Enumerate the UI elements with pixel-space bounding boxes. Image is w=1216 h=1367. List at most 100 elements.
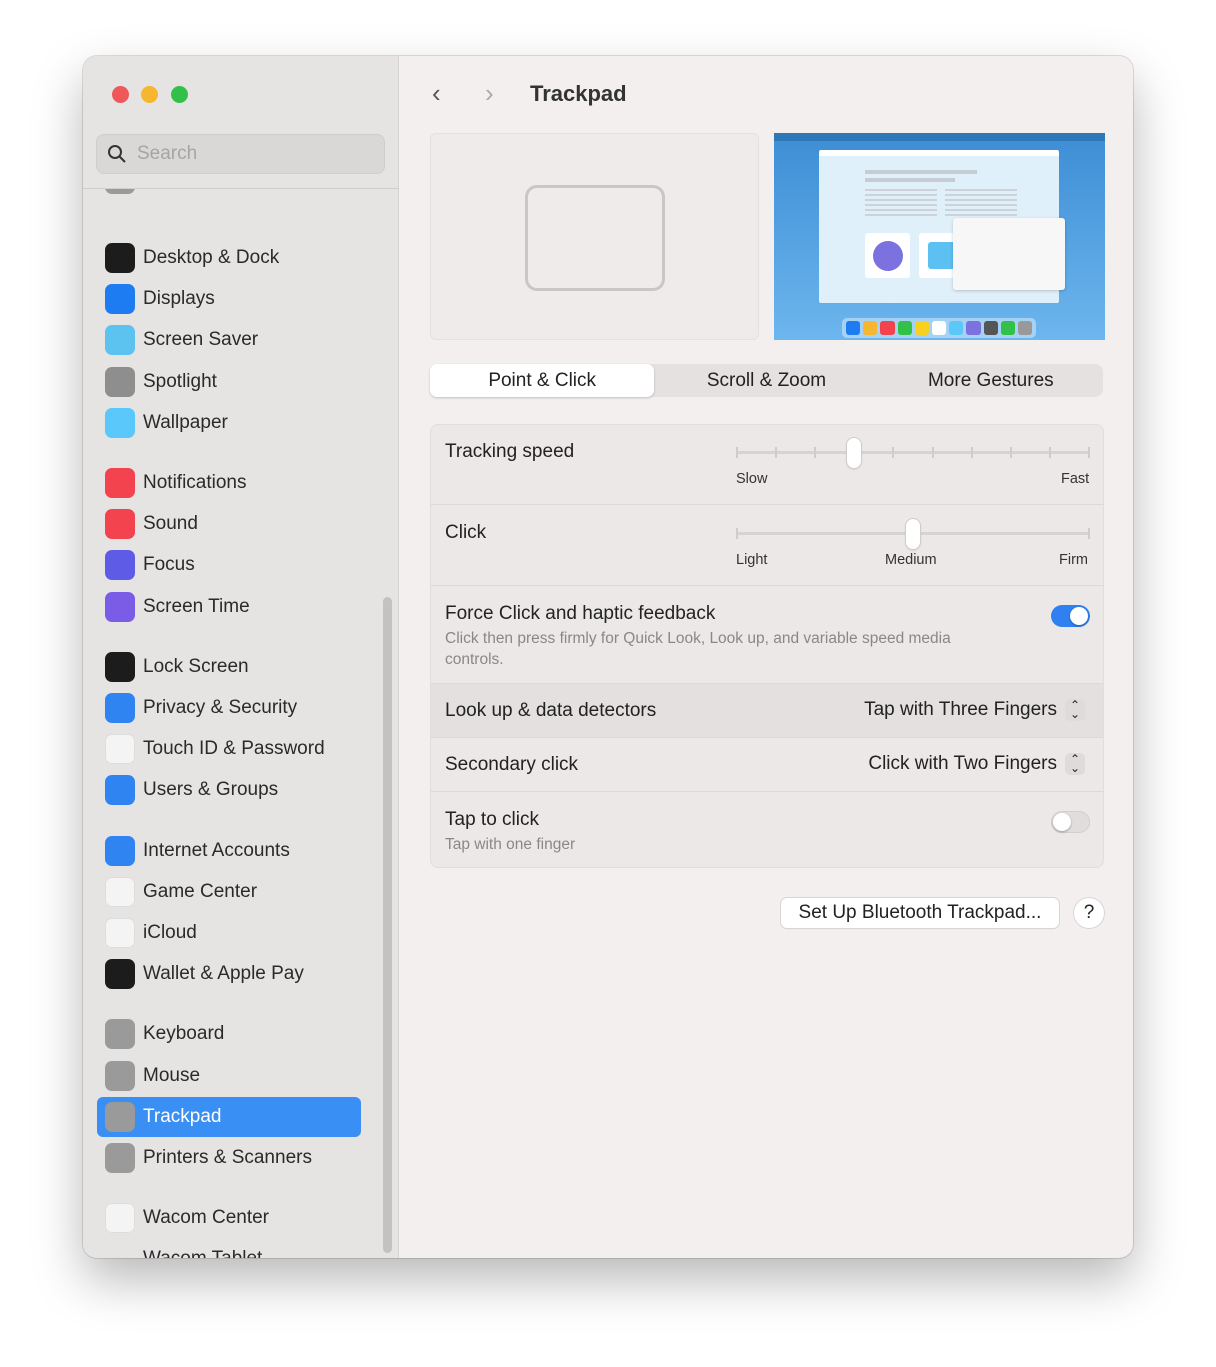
wacom-center-icon [105,1203,135,1234]
sidebar-item-internet-accounts[interactable]: Internet Accounts [97,831,361,871]
sidebar-item-displays[interactable]: Displays [97,279,361,319]
sidebar-item-lock-screen[interactable]: Lock Screen [97,647,361,687]
sidebar-item-wallet-apple-pay[interactable]: Wallet & Apple Pay [97,954,361,994]
desktop-dock-icon [105,243,135,273]
sidebar-list: Desktop & Dock Displays Screen Saver Spotli… [97,189,367,1258]
medium-label: Medium [885,552,937,568]
sidebar-item-hidden[interactable] [97,189,361,199]
click-slider-knob[interactable] [906,519,920,549]
lookup-label: Look up & data detectors [445,700,657,721]
slider-tick [970,447,973,458]
sidebar-item-screen-saver[interactable]: Screen Saver [97,320,361,360]
tap-to-click-toggle[interactable] [1051,811,1090,833]
sidebar-item-label: Wallpaper [143,411,228,433]
sidebar-item-label: iCloud [143,922,197,943]
secondary-click-popup[interactable]: Click with Two Fingers ⌃ ⌄ [868,753,1085,775]
minimize-button[interactable] [141,86,158,103]
sidebar-item-label: Privacy & Security [143,697,298,718]
tap-to-click-description: Tap with one finger [445,836,576,853]
sidebar-item-label: Wallet & Apple Pay [143,963,304,985]
setup-bluetooth-trackpad-button[interactable]: Set Up Bluetooth Trackpad... [781,898,1059,928]
sidebar-item-label: Keyboard [143,1023,225,1045]
sidebar-item-label: Lock Screen [143,655,249,677]
forward-button[interactable]: › [485,78,494,109]
notifications-icon [105,468,135,498]
fast-label: Fast [1061,471,1090,487]
sidebar-item-notifications[interactable]: Notifications [97,463,361,503]
sidebar-item-label: Internet Accounts [143,839,290,861]
sidebar-item-mouse[interactable]: Mouse [97,1056,361,1096]
sidebar-item-desktop-dock[interactable]: Desktop & Dock [97,238,361,278]
secondary-click-value: Click with Two Fingers [868,753,1057,774]
privacy-hand-icon [105,693,135,723]
tap-to-click-label: Tap to click [445,809,539,830]
sound-icon [105,509,135,540]
sidebar-item-focus[interactable]: Focus [97,545,361,585]
page-title: Trackpad [530,81,627,106]
sidebar-item-keyboard[interactable]: Keyboard [97,1014,361,1054]
slider-tick [814,447,817,458]
sidebar-item-privacy-security[interactable]: Privacy & Security [97,688,361,728]
mouse-icon [105,1060,135,1091]
click-slider[interactable] [736,519,1090,549]
back-button[interactable]: ‹ [432,78,441,109]
sidebar-item-printers-scanners[interactable]: Printers & Scanners [97,1138,361,1178]
sidebar-item-label: Mouse [143,1064,201,1086]
search-input[interactable]: Search [96,134,385,174]
video-preview [774,133,1105,340]
search-placeholder: Search [137,143,198,164]
force-click-description: Click then press firmly for Quick Look, … [445,630,951,668]
sidebar-item-wacom-center[interactable]: Wacom Center [97,1198,361,1238]
displays-icon [105,284,135,315]
slider-tick [1048,447,1051,458]
updown-chevron-icon: ⌃ ⌄ [1065,753,1085,775]
icloud-icon [105,918,135,948]
force-click-row: Force Click and haptic feedback Click th… [431,586,1103,684]
sidebar-item-label: Screen Saver [143,329,259,351]
force-click-label: Force Click and haptic feedback [445,603,716,624]
force-click-toggle[interactable] [1051,605,1090,627]
tap-to-click-row: Tap to click Tap with one finger [431,792,1103,867]
sidebar-item-wacom-tablet[interactable]: Wacom Tablet [97,1239,361,1258]
sidebar-item-sound[interactable]: Sound [97,504,361,544]
sidebar-scrollbar[interactable] [383,597,392,1253]
sidebar-item-game-center[interactable]: Game Center [97,872,361,912]
tab-point-click[interactable]: Point & Click [430,364,655,397]
slider-tick [1009,447,1012,458]
tab-scroll-zoom[interactable]: Scroll & Zoom [654,364,878,397]
lock-screen-icon [105,651,135,682]
sidebar-item-label: Game Center [143,880,258,902]
help-button[interactable]: ? [1074,898,1104,928]
lookup-popup[interactable]: Tap with Three Fingers ⌃ ⌄ [864,699,1085,721]
screen-saver-icon [105,325,135,356]
sidebar-item-trackpad[interactable]: Trackpad [97,1096,361,1137]
tab-more-gestures[interactable]: More Gestures [879,364,1103,397]
secondary-click-label: Secondary click [445,754,579,775]
fingerprint-icon [105,734,135,765]
slow-label: Slow [736,471,768,487]
tracking-speed-row: Tracking speed Slow Fast [431,425,1103,505]
sidebar-item-label: Focus [143,554,195,576]
sidebar-item-label: Desktop & Dock [143,247,280,268]
sidebar-item-label: Displays [143,288,215,310]
sidebar-item-label: Trackpad [143,1105,222,1127]
sidebar-item-touch-id-password[interactable]: Touch ID & Password [97,729,361,769]
secondary-click-row: Secondary click Click with Two Fingers ⌃ ⌄ [431,738,1103,792]
slider-tick [736,447,738,458]
sidebar-item-users-groups[interactable]: Users & Groups [97,770,361,810]
sidebar-item-icloud[interactable]: iCloud [97,913,361,953]
zoom-button[interactable] [171,86,188,103]
wallpaper-icon [105,407,135,438]
gesture-preview [430,133,759,340]
sidebar-item-wallpaper[interactable]: Wallpaper [97,403,361,443]
tracking-speed-slider[interactable] [736,438,1090,468]
tracking-speed-knob[interactable] [847,438,862,468]
settings-window: Search Desktop & Dock Displays Screen Save… [83,56,1133,1258]
sidebar-item-label: Touch ID & Password [143,738,325,760]
sidebar-item-screen-time[interactable]: Screen Time [97,587,361,627]
spotlight-icon [105,366,135,397]
click-row: Click Light Medium Firm [431,505,1103,586]
close-button[interactable] [112,86,129,103]
sidebar: Search Desktop & Dock Displays Screen Save… [83,56,399,1258]
sidebar-item-spotlight[interactable]: Spotlight [97,362,361,402]
